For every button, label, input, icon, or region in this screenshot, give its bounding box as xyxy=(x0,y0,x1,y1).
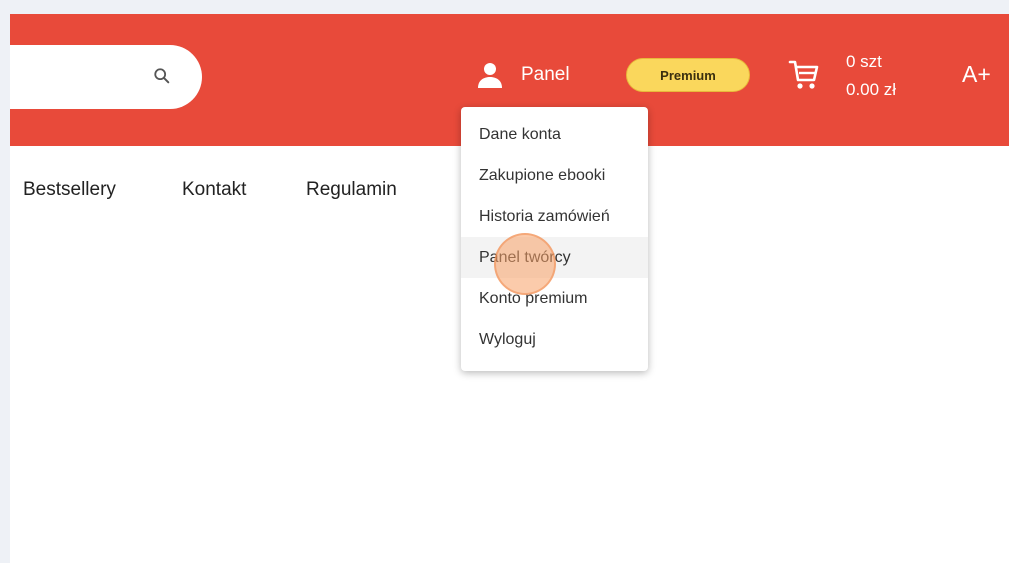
user-icon xyxy=(478,63,502,88)
menu-item-wyloguj[interactable]: Wyloguj xyxy=(461,319,648,360)
user-panel-label: Panel xyxy=(521,64,570,85)
cart-count: 0 szt xyxy=(846,52,882,71)
page: Panel Premium 0 szt 0.00 zł A+ Bestselle… xyxy=(10,14,1009,563)
nav-item-bestsellery[interactable]: Bestsellery xyxy=(23,179,116,201)
nav-item-regulamin[interactable]: Regulamin xyxy=(306,179,397,201)
menu-item-konto-premium[interactable]: Konto premium xyxy=(461,278,648,319)
search-input[interactable] xyxy=(10,45,202,109)
user-panel-button[interactable]: Panel xyxy=(475,60,570,90)
nav-item-kontakt[interactable]: Kontakt xyxy=(182,179,246,201)
menu-item-panel-tworcy[interactable]: Panel twórcy xyxy=(461,237,648,278)
cart-icon[interactable] xyxy=(788,56,820,92)
user-dropdown-menu: Dane konta Zakupione ebooki Historia zam… xyxy=(461,107,648,371)
cart-total: 0.00 zł xyxy=(846,80,897,99)
font-size-button[interactable]: A+ xyxy=(962,61,991,88)
premium-badge[interactable]: Premium xyxy=(626,58,750,92)
menu-item-zakupione-ebooki[interactable]: Zakupione ebooki xyxy=(461,155,648,196)
search-icon[interactable] xyxy=(153,67,171,85)
menu-item-dane-konta[interactable]: Dane konta xyxy=(461,114,648,155)
cart-summary[interactable]: 0 szt 0.00 zł xyxy=(846,48,896,104)
menu-item-historia-zamowien[interactable]: Historia zamówień xyxy=(461,196,648,237)
